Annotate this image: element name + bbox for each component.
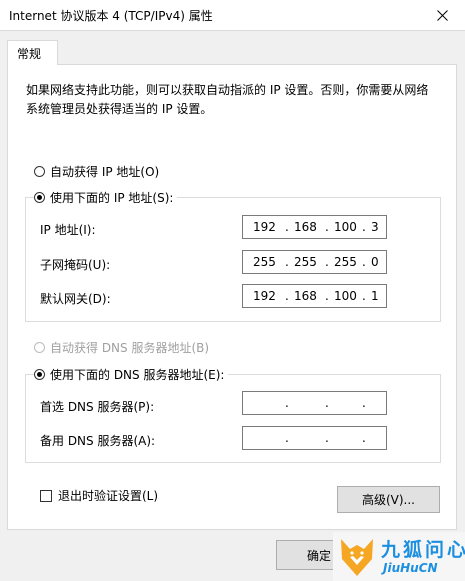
ip-octet: 255 <box>334 255 357 269</box>
watermark-cn: 九狐问心 <box>381 539 465 561</box>
alternate-dns-label: 备用 DNS 服务器(A): <box>40 434 156 448</box>
radio-manual-dns-label: 使用下面的 DNS 服务器地址(E): <box>50 368 225 382</box>
ip-octet: 168 <box>294 220 317 234</box>
ip-address-input[interactable]: 192 . 168 . 100 . 3 <box>242 215 387 239</box>
radio-auto-dns[interactable]: 自动获得 DNS 服务器地址(B) <box>34 339 214 356</box>
description-text: 如果网络支持此功能，则可以获取自动指派的 IP 设置。否则，你需要从网络系统管理… <box>26 83 429 116</box>
radio-manual-ip[interactable]: 使用下面的 IP 地址(S): <box>34 189 178 206</box>
preferred-dns-label: 首选 DNS 服务器(P): <box>40 400 155 414</box>
ip-octet: 3 <box>371 220 379 234</box>
ip-octet: 1 <box>371 289 379 303</box>
ip-octet: 100 <box>334 220 357 234</box>
alternate-dns-input[interactable]: . . . <box>242 426 387 450</box>
fox-logo-icon <box>341 539 373 576</box>
advanced-button[interactable]: 高级(V)... <box>337 486 440 513</box>
validate-on-exit-label: 退出时验证设置(L) <box>58 489 159 503</box>
radio-manual-dns[interactable]: 使用下面的 DNS 服务器地址(E): <box>34 366 229 383</box>
ip-octet: 168 <box>294 289 317 303</box>
default-gateway-input[interactable]: 192 . 168 . 100 . 1 <box>242 284 387 308</box>
window-title: Internet 协议版本 4 (TCP/IPv4) 属性 <box>9 9 213 23</box>
radio-manual-ip-label: 使用下面的 IP 地址(S): <box>50 191 174 205</box>
radio-auto-dns-label: 自动获得 DNS 服务器地址(B) <box>50 341 210 355</box>
watermark: 九狐问心 JiuHuCN <box>333 532 465 581</box>
close-icon <box>436 9 448 21</box>
watermark-en: JiuHuCN <box>383 561 438 575</box>
radio-auto-ip-indicator <box>34 166 45 177</box>
validate-on-exit-checkbox[interactable]: 退出时验证设置(L) <box>40 487 158 504</box>
ip-octet: 255 <box>294 255 317 269</box>
subnet-mask-input[interactable]: 255 . 255 . 255 . 0 <box>242 250 387 274</box>
ip-address-label: IP 地址(I): <box>40 223 96 237</box>
title-bar: Internet 协议版本 4 (TCP/IPv4) 属性 <box>0 0 465 31</box>
radio-auto-ip-label: 自动获得 IP 地址(O) <box>50 165 160 179</box>
ip-octet: 192 <box>253 289 276 303</box>
validate-on-exit-box <box>40 489 52 502</box>
ip-octet: 192 <box>253 220 276 234</box>
ip-octet: 255 <box>253 255 276 269</box>
tab-general[interactable]: 常规 <box>7 40 58 65</box>
tab-general-label: 常规 <box>17 47 42 61</box>
radio-auto-dns-indicator <box>34 342 45 353</box>
subnet-mask-label: 子网掩码(U): <box>40 258 111 272</box>
ip-octet: 0 <box>371 255 379 269</box>
radio-auto-ip[interactable]: 自动获得 IP 地址(O) <box>34 163 164 180</box>
default-gateway-label: 默认网关(D): <box>40 292 111 306</box>
preferred-dns-input[interactable]: . . . <box>242 391 387 415</box>
close-button[interactable] <box>419 0 465 30</box>
radio-manual-ip-indicator <box>34 192 45 203</box>
ip-octet: 100 <box>334 289 357 303</box>
radio-manual-dns-indicator <box>34 369 45 380</box>
